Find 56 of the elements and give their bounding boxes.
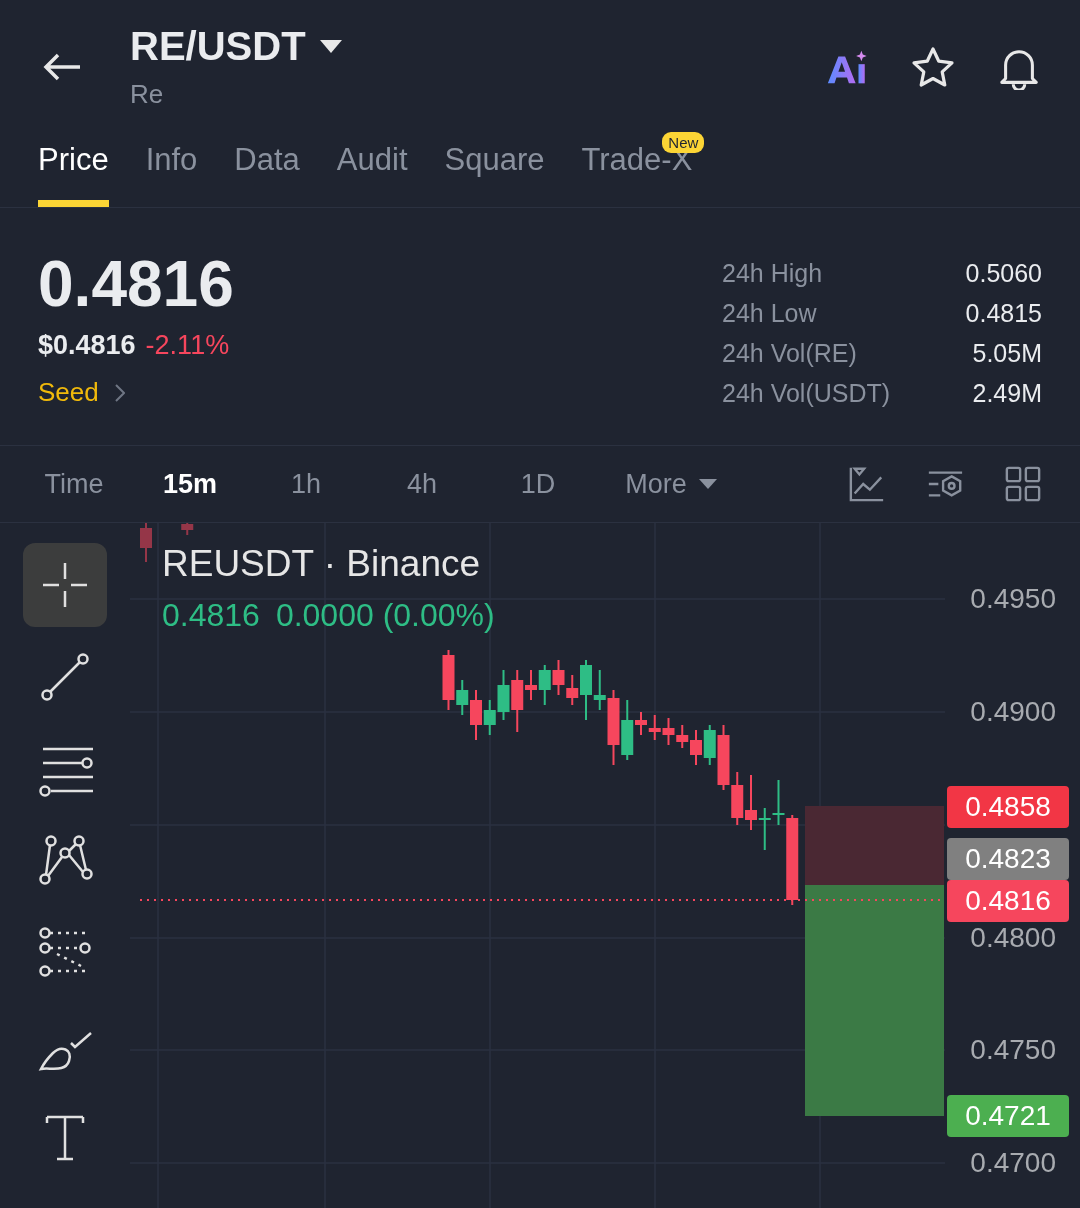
tab[interactable]: Square	[444, 130, 545, 207]
price-change: -2.11%	[145, 330, 230, 361]
candlestick	[745, 774, 757, 831]
candlestick	[483, 699, 496, 736]
last-price: 0.4816	[38, 248, 234, 320]
stat-value: 2.49M	[972, 378, 1042, 408]
axis-label: 0.4700	[970, 1146, 1056, 1180]
axis-label: 0.4900	[970, 695, 1056, 729]
candlestick	[648, 714, 661, 741]
price-tag: 0.4721	[947, 1095, 1069, 1137]
caret-icon[interactable]	[319, 39, 342, 54]
stat-value: 0.5060	[965, 258, 1042, 288]
seed-tag[interactable]: Seed	[38, 377, 99, 408]
stat-label: 24h Vol(RE)	[722, 338, 857, 368]
chart-legend-title: REUSDT · Binance	[162, 543, 482, 585]
stat-label: 24h Low	[722, 298, 817, 328]
candlestick	[538, 664, 551, 706]
candlestick	[140, 523, 152, 563]
candlestick	[662, 717, 675, 746]
interval-tab[interactable]: More	[596, 467, 746, 501]
candlestick	[731, 771, 744, 826]
tab[interactable]: Info	[145, 130, 198, 207]
interval-tab[interactable]: 1D	[480, 467, 596, 501]
legend-price: 0.4816	[162, 597, 260, 634]
interval-tab[interactable]: 15m	[132, 467, 248, 501]
pair-subtitle: Re	[130, 79, 165, 110]
price-tag: 0.4858	[947, 786, 1069, 828]
interval-tab[interactable]: 1h	[248, 467, 364, 501]
candlestick	[181, 523, 194, 536]
interval-tab[interactable]: Time	[16, 467, 132, 501]
candlestick	[758, 807, 771, 851]
interval-tab[interactable]: 4h	[364, 467, 480, 501]
candlestick	[552, 659, 565, 696]
legend-change: 0.0000 (0.00%)	[275, 597, 495, 634]
axis-label: 0.4750	[970, 1033, 1056, 1067]
star-icon[interactable]	[910, 46, 956, 90]
fiat-price: $0.4816	[38, 330, 136, 361]
tab[interactable]: Price	[38, 130, 109, 207]
stat-label: 24h Vol(USDT)	[722, 378, 891, 408]
candlestick	[497, 669, 510, 721]
stat-value: 5.05M	[972, 338, 1042, 368]
axis-label: 0.4950	[970, 582, 1056, 616]
chevron-right-icon[interactable]	[114, 383, 125, 402]
indicator-chart-icon[interactable]	[848, 465, 886, 503]
tab[interactable]: Audit	[336, 130, 408, 207]
stat-label: 24h High	[722, 258, 823, 288]
tab[interactable]: Data	[234, 130, 300, 207]
new-badge: New	[662, 132, 705, 153]
stat-value: 0.4815	[965, 298, 1042, 328]
candlestick	[470, 689, 482, 741]
price-tag: 0.4823	[947, 838, 1069, 880]
axis-label: 0.4800	[970, 921, 1056, 955]
back-arrow-icon[interactable]	[42, 52, 82, 82]
price-tag: 0.4816	[947, 880, 1069, 922]
pair-title[interactable]: RE/USDT	[130, 24, 306, 69]
grid-layout-icon[interactable]	[1004, 465, 1042, 503]
